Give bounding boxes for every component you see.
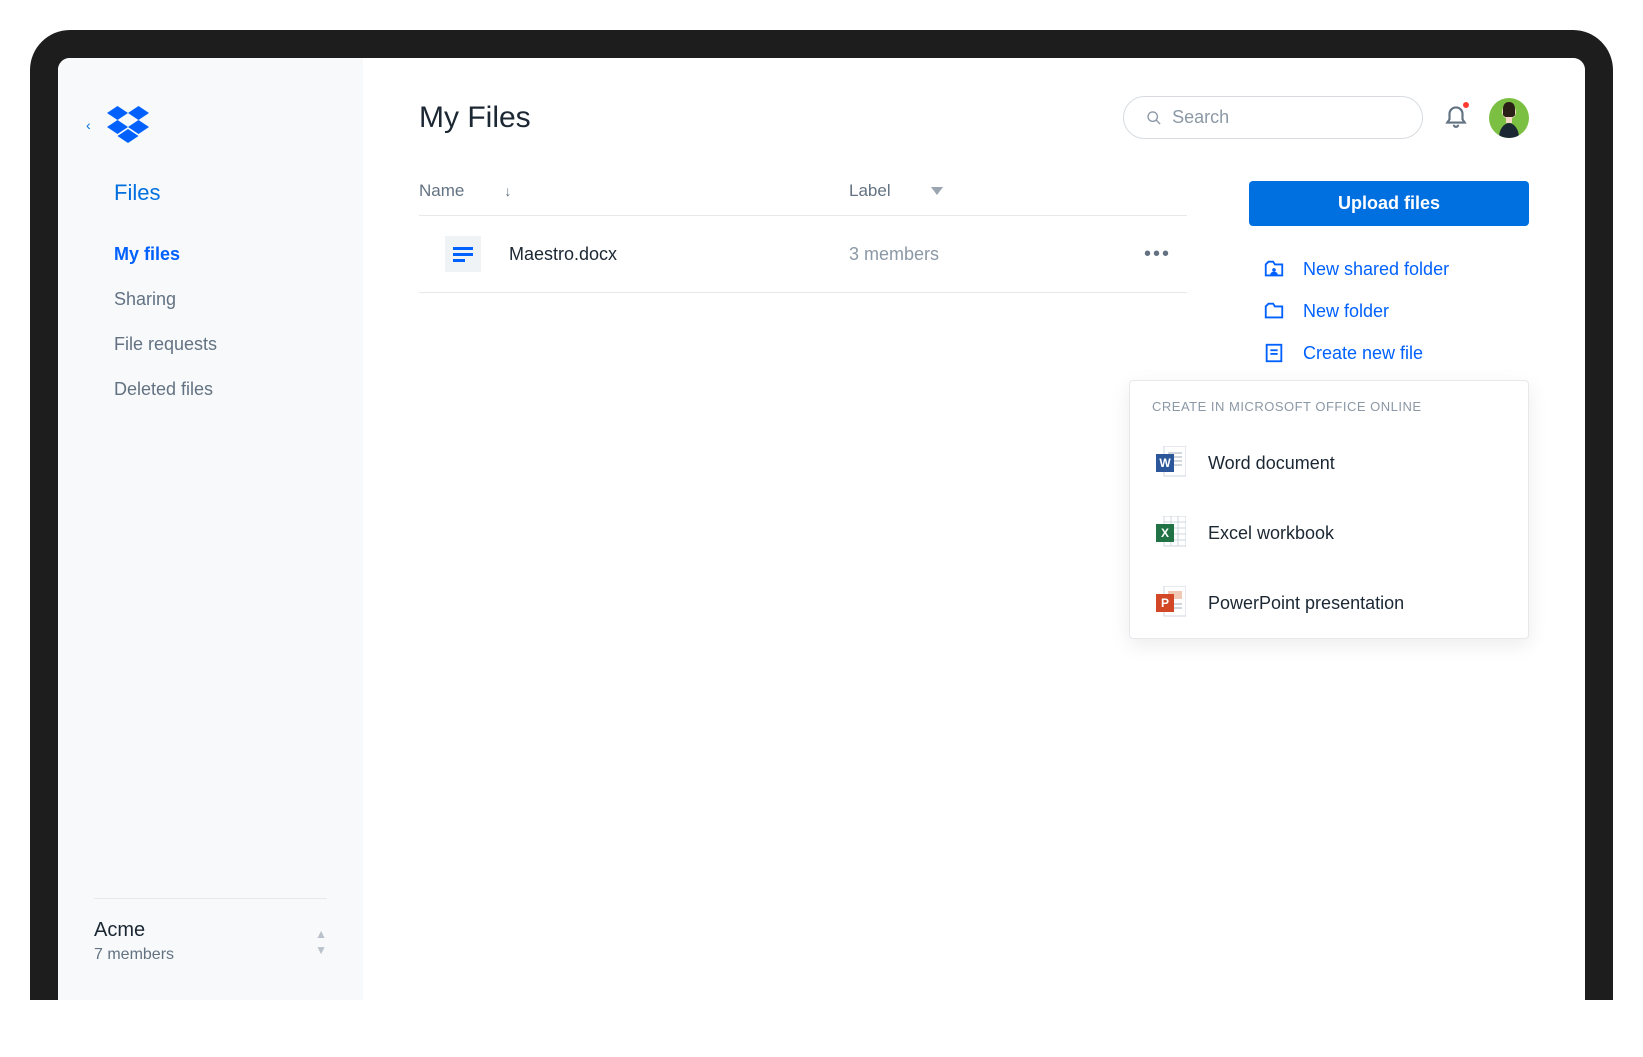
page-title: My Files [419,101,531,135]
sidebar-item-sharing[interactable]: Sharing [114,277,327,322]
sort-arrow-down-icon[interactable]: ↓ [504,183,511,199]
file-label: 3 members [849,244,1144,265]
create-excel-workbook[interactable]: X Excel workbook [1130,498,1528,568]
popup-item-label: PowerPoint presentation [1208,593,1404,614]
search-box[interactable] [1123,96,1423,139]
table-header: Name ↓ Label [419,181,1187,216]
folder-icon [1263,300,1285,322]
svg-text:X: X [1161,526,1169,540]
topbar: My Files [419,96,1529,139]
create-word-document[interactable]: W Word document [1130,428,1528,498]
word-icon: W [1156,446,1186,480]
sidebar-section-title[interactable]: Files [58,168,363,232]
create-new-file-link[interactable]: Create new file [1249,332,1529,374]
label-caret-down-icon[interactable] [931,187,943,195]
sidebar-item-my-files[interactable]: My files [114,232,327,277]
file-name: Maestro.docx [509,244,849,265]
popup-item-label: Excel workbook [1208,523,1334,544]
table-row[interactable]: Maestro.docx 3 members ••• [419,216,1187,293]
new-shared-folder-link[interactable]: New shared folder [1249,248,1529,290]
sidebar: ‹ Files My files Sharing [58,58,363,1000]
laptop-bezel: ‹ Files My files Sharing [30,30,1613,1000]
new-file-icon [1263,342,1285,364]
sidebar-nav: My files Sharing File requests Deleted f… [58,232,363,412]
action-link-label: Create new file [1303,343,1423,364]
sidebar-item-deleted-files[interactable]: Deleted files [114,367,327,412]
excel-icon: X [1156,516,1186,550]
search-input[interactable] [1172,107,1400,128]
collapse-caret-icon[interactable]: ‹ [86,117,91,133]
dropbox-logo-icon[interactable] [107,106,149,144]
column-name-header[interactable]: Name [419,181,464,201]
row-overflow-button[interactable]: ••• [1144,243,1187,266]
team-members: 7 members [94,946,174,964]
document-icon [445,236,481,272]
file-table: Name ↓ Label [419,181,1187,293]
team-name: Acme [94,919,174,942]
team-switcher[interactable]: Acme 7 members ▲▼ [94,898,327,964]
team-switcher-arrows-icon: ▲▼ [315,927,327,957]
search-icon [1146,109,1162,127]
create-powerpoint-presentation[interactable]: P PowerPoint presentation [1130,568,1528,638]
svg-text:P: P [1161,596,1169,610]
app-screen: ‹ Files My files Sharing [58,58,1585,1000]
column-label-header[interactable]: Label [849,181,891,201]
camera-dot [815,40,829,54]
notifications-button[interactable] [1443,102,1469,133]
new-folder-link[interactable]: New folder [1249,290,1529,332]
popup-header: CREATE IN MICROSOFT OFFICE ONLINE [1130,381,1528,428]
avatar-person-icon [1495,102,1523,138]
action-link-label: New folder [1303,301,1389,322]
action-link-label: New shared folder [1303,259,1449,280]
popup-item-label: Word document [1208,453,1335,474]
office-create-popup: CREATE IN MICROSOFT OFFICE ONLINE W [1129,380,1529,639]
device-frame: ‹ Files My files Sharing [0,0,1643,1000]
powerpoint-icon: P [1156,586,1186,620]
right-panel: Upload files New shared folder New fol [1249,181,1529,639]
upload-files-button[interactable]: Upload files [1249,181,1529,226]
sidebar-item-file-requests[interactable]: File requests [114,322,327,367]
main-content: My Files [363,58,1585,1000]
shared-folder-icon [1263,258,1285,280]
notification-dot-icon [1461,100,1471,110]
avatar[interactable] [1489,98,1529,138]
svg-text:W: W [1159,456,1171,470]
